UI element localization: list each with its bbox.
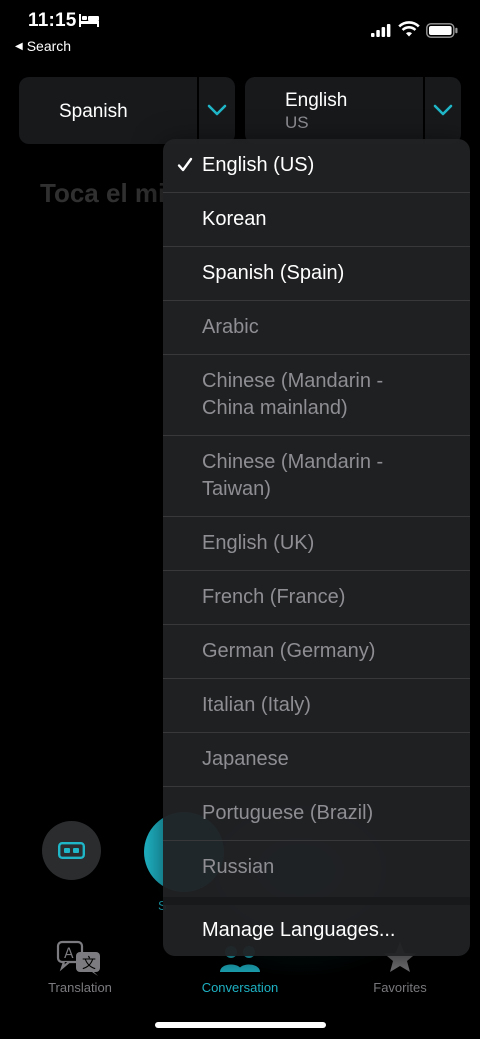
menu-item-label: English (UK)	[202, 532, 315, 554]
tap-microphone-prompt: Toca el mi	[40, 178, 166, 208]
svg-text:A: A	[64, 946, 74, 962]
keyboard-icon	[58, 842, 85, 859]
menu-item-label: Arabic	[202, 316, 259, 338]
tab-conversation-label: Conversation	[201, 980, 279, 995]
menu-item-chinese-mainland: Chinese (Mandarin - China mainland)	[163, 355, 470, 436]
selector-divider	[423, 77, 425, 144]
wifi-icon	[398, 21, 420, 37]
menu-item-label: Italian (Italy)	[202, 694, 311, 716]
menu-item-portuguese: Portuguese (Brazil)	[163, 787, 470, 841]
menu-item-english-us[interactable]: English (US)	[163, 139, 470, 193]
menu-item-label: Chinese (Mandarin - China mainland)	[202, 370, 384, 419]
menu-item-label: French (France)	[202, 586, 346, 608]
tab-translation[interactable]: A 文 Translation	[0, 940, 160, 995]
home-indicator[interactable]	[155, 1022, 326, 1028]
menu-item-german: German (Germany)	[163, 625, 470, 679]
cellular-signal-icon	[371, 24, 391, 37]
menu-item-label: Japanese	[202, 748, 289, 770]
selector-divider	[197, 77, 199, 144]
source-language-label: Spanish	[59, 101, 128, 122]
chevron-down-icon[interactable]	[433, 103, 453, 117]
status-time: 11:15	[28, 10, 77, 31]
manage-languages-label: Manage Languages...	[202, 919, 396, 941]
menu-item-arabic: Arabic	[163, 301, 470, 355]
menu-separator	[163, 897, 470, 905]
target-language-region: US	[285, 113, 309, 132]
checkmark-icon	[177, 157, 193, 172]
tab-translation-label: Translation	[48, 980, 112, 995]
menu-item-french: French (France)	[163, 571, 470, 625]
back-to-search-link[interactable]: ◀ Search	[15, 38, 71, 54]
target-language-label: English	[285, 90, 348, 111]
status-bar: 11:15 ◀ Search	[0, 0, 480, 54]
menu-item-russian: Russian	[163, 841, 470, 897]
svg-text:文: 文	[82, 956, 96, 972]
menu-item-chinese-taiwan: Chinese (Mandarin - Taiwan)	[163, 436, 470, 517]
menu-item-label: Portuguese (Brazil)	[202, 802, 374, 824]
target-language-selector[interactable]: English US	[245, 77, 461, 144]
back-triangle-icon: ◀	[15, 40, 23, 52]
menu-item-label: Korean	[202, 208, 267, 230]
menu-item-label: Russian	[202, 856, 275, 878]
menu-item-english-uk: English (UK)	[163, 517, 470, 571]
keyboard-button[interactable]	[42, 821, 101, 880]
back-link-label: Search	[26, 38, 72, 54]
menu-item-japanese: Japanese	[163, 733, 470, 787]
menu-item-label: Spanish (Spain)	[202, 262, 345, 284]
menu-item-italian: Italian (Italy)	[163, 679, 470, 733]
menu-item-label: German (Germany)	[202, 640, 376, 662]
manage-languages-item[interactable]: Manage Languages...	[163, 905, 470, 956]
menu-item-spanish-spain[interactable]: Spanish (Spain)	[163, 247, 470, 301]
chevron-down-icon[interactable]	[207, 103, 227, 117]
tab-favorites-label: Favorites	[373, 980, 427, 995]
battery-icon	[426, 23, 458, 38]
language-dropdown-menu: English (US) Korean Spanish (Spain) Arab…	[163, 139, 470, 956]
menu-item-label: Chinese (Mandarin - Taiwan)	[202, 451, 384, 500]
source-language-selector[interactable]: Spanish	[19, 77, 235, 144]
bed-icon	[79, 14, 99, 27]
menu-item-korean[interactable]: Korean	[163, 193, 470, 247]
menu-item-label: English (US)	[202, 154, 315, 176]
translate-icon: A 文	[56, 940, 100, 976]
